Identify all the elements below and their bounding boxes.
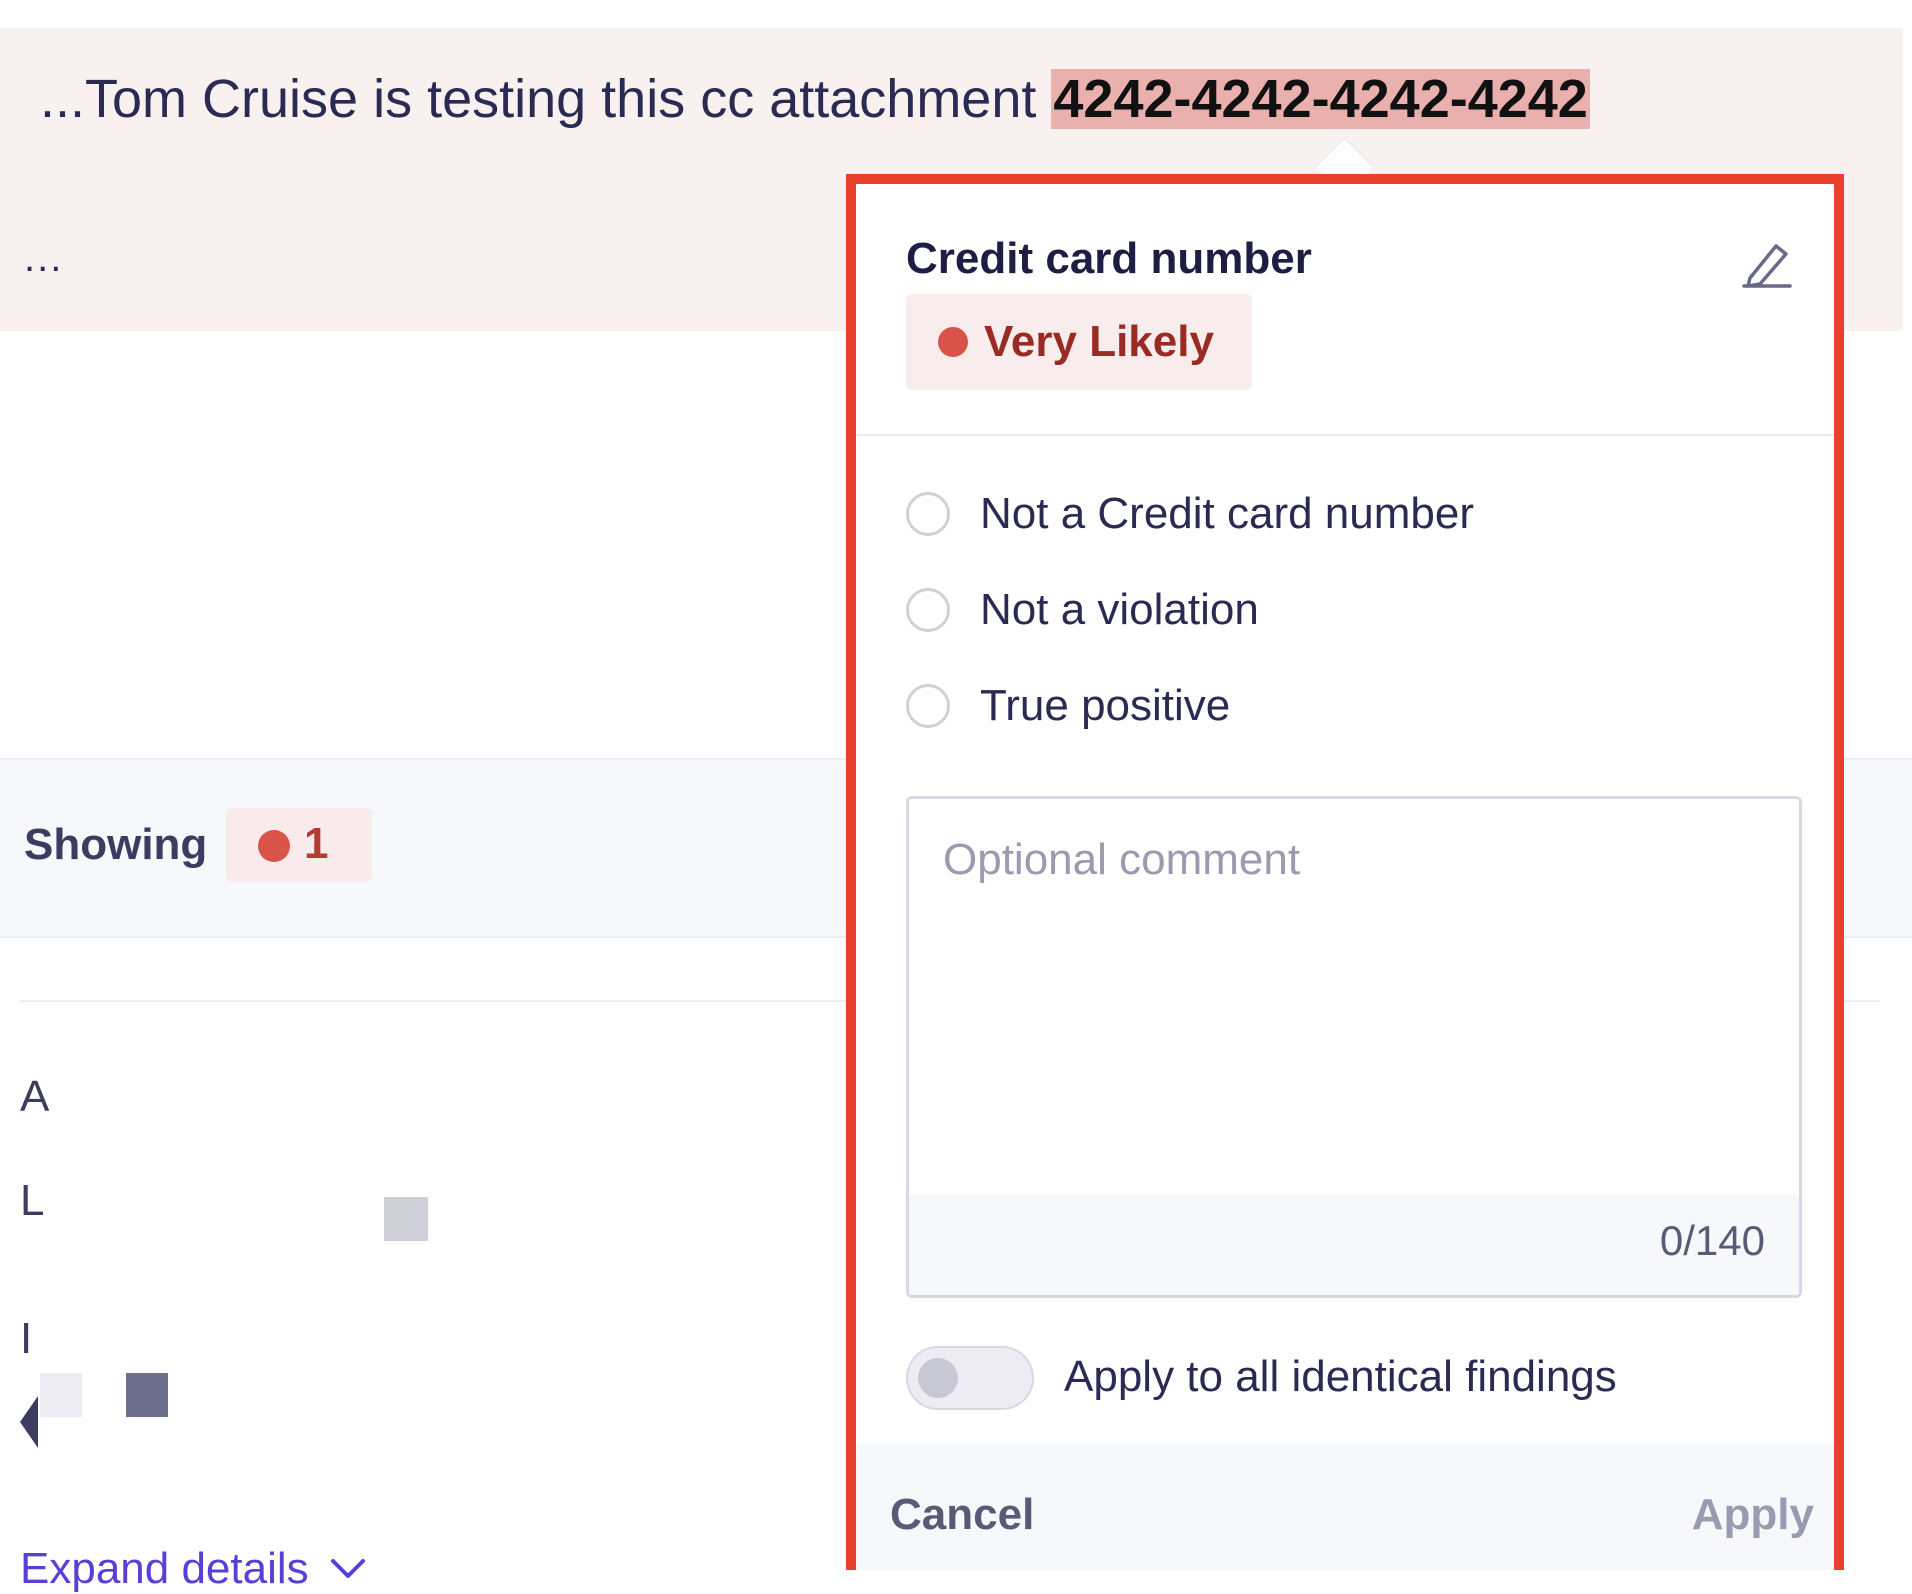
- cancel-button[interactable]: Cancel: [890, 1490, 1034, 1540]
- detail-heading-fragment: A: [20, 1072, 50, 1121]
- snippet-text: ...Tom Cruise is testing this cc attachm…: [40, 64, 1590, 134]
- snippet-ellipsis: ...: [24, 236, 64, 280]
- toggle-knob: [918, 1358, 958, 1398]
- expand-details-label: Expand details: [20, 1544, 309, 1593]
- highlighted-credit-card-number[interactable]: 4242-4242-4242-4242: [1051, 69, 1590, 129]
- redacted-block: [126, 1373, 168, 1417]
- chevron-down-icon: [330, 1559, 365, 1578]
- arrow-icon: [20, 1396, 38, 1448]
- comment-textarea[interactable]: [909, 799, 1799, 1195]
- radio-button[interactable]: [906, 588, 950, 632]
- apply-all-toggle[interactable]: [906, 1346, 1034, 1410]
- showing-label: Showing: [24, 820, 208, 869]
- redacted-block: [40, 1373, 82, 1417]
- expand-details-link[interactable]: Expand details: [20, 1544, 367, 1594]
- status-dot-icon: [258, 830, 290, 862]
- status-dot-icon: [938, 327, 968, 357]
- snippet-prefix: ...Tom Cruise is testing this cc attachm…: [40, 69, 1052, 129]
- comment-footer: 0/140: [909, 1195, 1799, 1295]
- radio-button[interactable]: [906, 492, 950, 536]
- character-count: 0/140: [1659, 1217, 1765, 1264]
- finding-review-popover: Credit card number Very Likely Not a Cre…: [846, 174, 1844, 1570]
- showing-count: 1: [304, 819, 329, 868]
- option-not-credit-card-number[interactable]: Not a Credit card number: [906, 489, 1474, 539]
- option-label: Not a Credit card number: [980, 489, 1474, 538]
- apply-all-label: Apply to all identical findings: [1064, 1352, 1617, 1401]
- finding-type-title: Credit card number: [906, 234, 1312, 283]
- radio-button[interactable]: [906, 684, 950, 728]
- option-label: True positive: [980, 681, 1231, 730]
- likelihood-label: Very Likely: [984, 317, 1214, 366]
- apply-button[interactable]: Apply: [1692, 1490, 1814, 1540]
- redacted-block: [384, 1197, 428, 1241]
- option-not-a-violation[interactable]: Not a violation: [906, 585, 1259, 635]
- detail-label-fragment: I: [20, 1314, 33, 1363]
- pencil-icon[interactable]: [1736, 234, 1798, 296]
- option-true-positive[interactable]: True positive: [906, 681, 1230, 731]
- detail-label-fragment: L: [20, 1176, 45, 1225]
- likelihood-badge: Very Likely: [906, 294, 1252, 390]
- divider: [856, 434, 1834, 436]
- option-label: Not a violation: [980, 585, 1259, 634]
- comment-box: 0/140: [906, 796, 1802, 1298]
- showing-count-badge[interactable]: [226, 808, 372, 882]
